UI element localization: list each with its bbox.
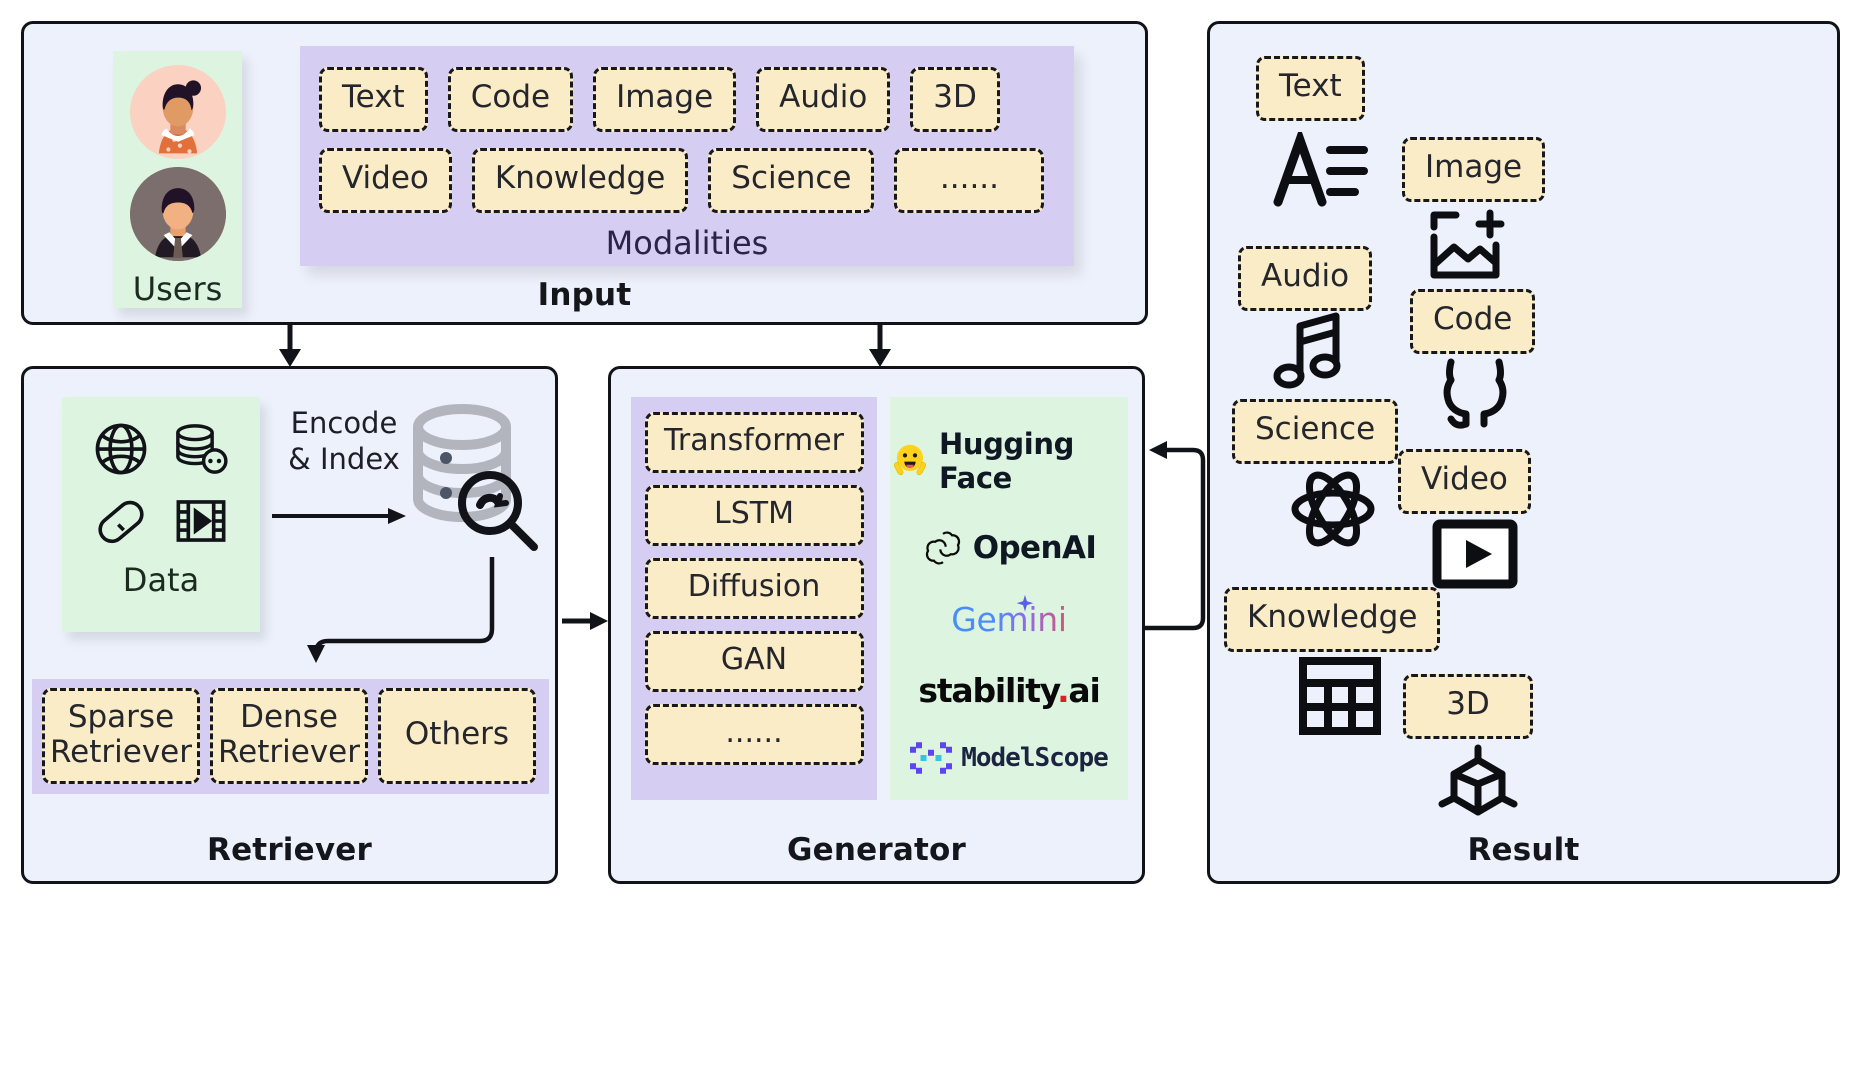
retriever-chip-line-2: Retriever [218,733,360,770]
result-item-audio: Audio [1238,246,1373,311]
result-chip-image[interactable]: Image [1402,137,1546,202]
result-panel: Text Image Audio Code Science Video Know… [1207,21,1840,884]
diagram-canvas: Users Text Code Image Audio 3D Video Kno… [0,0,1862,1080]
brand-modelscope[interactable]: ModelScope [890,742,1128,774]
brand-logos-group: Hugging Face OpenAI Gemini stability.ai [890,397,1128,800]
table-grid-icon [1298,656,1382,740]
input-panel: Users Text Code Image Audio 3D Video Kno… [21,21,1148,325]
database-icon [165,415,237,483]
modality-chip[interactable]: Code [447,67,574,132]
result-item-image: Image [1402,137,1546,202]
gemini-sparkle-icon [1016,595,1034,612]
retriever-chip-sparse[interactable]: Sparse Retriever [42,688,200,784]
model-types-group: Transformer LSTM Diffusion GAN ...... [631,397,877,800]
modality-chip[interactable]: Text [319,67,428,132]
result-chip-code[interactable]: Code [1410,289,1536,354]
music-note-icon [1272,312,1350,396]
modality-chip[interactable]: Video [319,148,452,213]
openai-icon [925,531,960,565]
globe-icon [85,415,157,483]
result-chip-3d[interactable]: 3D [1403,674,1533,739]
model-chip-more[interactable]: ...... [644,704,864,765]
modality-chip[interactable]: Science [708,148,875,213]
encode-line-1: Encode [290,406,398,440]
modelscope-icon [910,742,953,774]
arrow-input-to-generator [869,325,891,367]
data-icon-grid [85,397,237,555]
arrow-retriever-to-generator [562,612,608,630]
retriever-chip-line-1: Dense [240,698,338,735]
result-chip-knowledge[interactable]: Knowledge [1224,587,1441,652]
brand-label-modelscope: ModelScope [961,743,1109,774]
user-avatar-female [129,65,226,159]
atom-icon [1290,466,1376,556]
result-panel-title: Result [1467,832,1580,868]
play-video-icon [1432,519,1518,593]
modality-chip[interactable]: 3D [910,67,1000,132]
result-item-text: Text [1256,56,1365,121]
brand-label-stability: stability.ai [918,671,1100,711]
brand-gemini[interactable]: Gemini [890,595,1128,640]
github-cat-icon [1435,356,1515,442]
modality-chip[interactable]: Audio [756,67,891,132]
arrow-encode-index [272,508,406,524]
brand-label-openai: OpenAI [972,529,1097,566]
brand-openai[interactable]: OpenAI [890,527,1128,569]
text-format-icon [1270,126,1370,214]
result-chip-audio[interactable]: Audio [1238,246,1373,311]
retriever-panel-title: Retriever [207,832,372,868]
model-chip-lstm[interactable]: LSTM [644,485,864,546]
retriever-panel: Data Encode & Index Sparse Retriever Den… [21,366,558,884]
data-group: Data [62,397,260,632]
brand-hugging-face[interactable]: Hugging Face [890,427,1128,495]
add-image-icon [1428,207,1512,289]
hugging-face-icon [893,444,927,475]
database-search-icon [413,404,538,551]
modality-chip[interactable]: Knowledge [471,148,689,213]
retriever-chip-others[interactable]: Others [378,688,536,784]
cube-icon [1438,744,1518,830]
result-chip-video[interactable]: Video [1398,449,1531,514]
modalities-caption: Modalities [605,224,769,262]
capsule-icon [85,487,157,555]
retriever-chip-line-2: Retriever [50,733,192,770]
result-item-3d: 3D [1403,674,1533,739]
result-chip-science[interactable]: Science [1232,399,1399,464]
result-chip-text[interactable]: Text [1256,56,1365,121]
users-group: Users [113,51,242,308]
arrow-input-to-retriever [279,325,301,367]
data-label: Data [122,561,200,599]
result-item-video: Video [1398,449,1531,514]
result-item-knowledge: Knowledge [1224,587,1441,652]
modalities-row-1: Text Code Image Audio 3D [300,46,1074,132]
encode-index-label: Encode & Index [274,405,414,478]
brand-label-gemini: Gemini [951,600,1067,640]
retriever-types-row: Sparse Retriever Dense Retriever Others [32,679,549,784]
brand-label-hugging-face: Hugging Face [938,426,1074,495]
generator-panel-title: Generator [787,832,966,868]
input-panel-title: Input [537,277,632,313]
result-item-science: Science [1232,399,1399,464]
modality-chip[interactable]: Image [593,67,737,132]
retriever-chip-line-1: Sparse [67,698,175,735]
retriever-chip-line-1: Others [404,716,510,753]
model-chip-diffusion[interactable]: Diffusion [644,558,864,619]
retriever-chip-dense[interactable]: Dense Retriever [210,688,368,784]
model-chip-gan[interactable]: GAN [644,631,864,692]
generator-panel: Transformer LSTM Diffusion GAN ...... Hu… [608,366,1145,884]
user-avatar-male [129,167,226,261]
modalities-group: Text Code Image Audio 3D Video Knowledge… [300,46,1074,266]
modalities-row-2: Video Knowledge Science ...... [300,132,1074,213]
film-icon [165,487,237,555]
brand-stability-ai[interactable]: stability.ai [890,671,1128,710]
result-item-code: Code [1410,289,1536,354]
arrow-index-to-retrievers [307,557,495,663]
retriever-types-group: Sparse Retriever Dense Retriever Others [32,679,549,794]
encode-line-2: & Index [288,442,400,477]
model-chip-transformer[interactable]: Transformer [644,412,864,473]
modality-chip-more[interactable]: ...... [894,148,1045,213]
